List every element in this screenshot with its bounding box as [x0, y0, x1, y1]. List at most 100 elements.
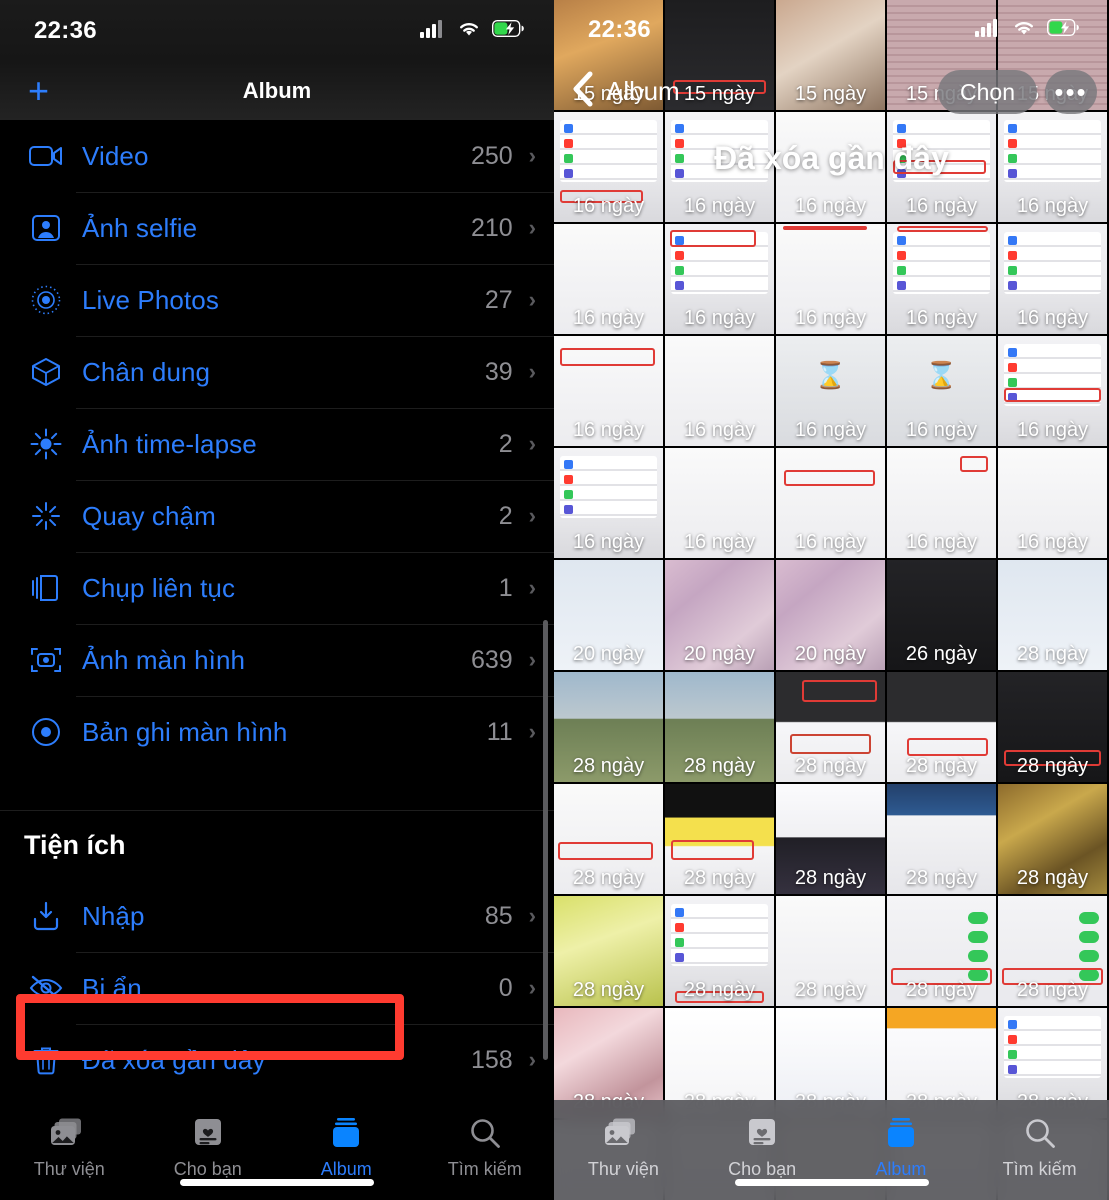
album-row-screen-recordings[interactable]: Bản ghi màn hình 11 › — [0, 696, 554, 768]
photo-cell[interactable]: 28 ngày — [998, 784, 1109, 896]
photo-cell[interactable]: 28 ngày — [776, 896, 887, 1008]
photo-cell[interactable]: 28 ngày — [776, 672, 887, 784]
burst-icon — [24, 568, 68, 608]
photo-cell[interactable]: 20 ngày — [665, 560, 776, 672]
utility-row-hidden[interactable]: Bị ẩn 0 › — [0, 952, 554, 1024]
utility-label: Bị ẩn — [82, 972, 142, 1003]
home-indicator — [734, 1179, 929, 1186]
photo-day-label: 16 ngày — [683, 531, 756, 553]
photo-day-label: 28 ngày — [683, 867, 756, 889]
photo-day-label: 28 ngày — [1016, 979, 1089, 1001]
album-row-timelapse[interactable]: Ảnh time-lapse 2 › — [0, 408, 554, 480]
photo-cell[interactable]: 16 ngày — [665, 336, 776, 448]
chevron-right-icon: › — [528, 503, 536, 528]
photo-cell[interactable]: 16 ngày — [998, 112, 1109, 224]
photo-cell[interactable]: 28 ngày — [554, 784, 665, 896]
tab-label: Tìm kiếm — [1002, 1159, 1077, 1179]
utility-count: 158 — [470, 1045, 513, 1074]
utility-row-import[interactable]: Nhập 85 › — [0, 880, 554, 952]
photo-cell[interactable]: 28 ngày — [776, 784, 887, 896]
photo-cell[interactable]: 28 ngày — [998, 896, 1109, 1008]
photo-day-label: 28 ngày — [794, 979, 867, 1001]
tab-albums[interactable]: Album — [832, 1114, 971, 1180]
utility-row-recently-deleted[interactable]: Đã xóa gần đây 158 › — [0, 1024, 554, 1096]
album-row-screenshots[interactable]: Ảnh màn hình 639 › — [0, 624, 554, 696]
album-row-video[interactable]: Video 250 › — [0, 120, 554, 192]
tab-library[interactable]: Thư viện — [554, 1114, 693, 1180]
photo-cell[interactable]: 28 ngày — [665, 784, 776, 896]
page-title: Album — [242, 78, 312, 103]
photo-cell[interactable]: 16 ngày — [776, 448, 887, 560]
photo-cell[interactable]: 16 ngày — [998, 224, 1109, 336]
tab-library[interactable]: Thư viện — [0, 1114, 139, 1180]
photo-cell[interactable]: 28 ngày — [554, 896, 665, 1008]
chevron-right-icon: › — [528, 903, 536, 928]
album-row-portrait[interactable]: Chân dung 39 › — [0, 336, 554, 408]
photo-cell[interactable]: 28 ngày — [665, 672, 776, 784]
photo-day-label: 16 ngày — [683, 419, 756, 441]
photo-cell[interactable]: 28 ngày — [665, 896, 776, 1008]
photo-cell[interactable]: 15 ngày — [776, 0, 887, 112]
photo-cell[interactable]: 16 ngày — [887, 112, 998, 224]
photo-day-label: 15 ngày — [683, 83, 756, 105]
photo-cell[interactable]: 28 ngày — [887, 784, 998, 896]
photo-cell[interactable]: 26 ngày — [887, 560, 998, 672]
album-row-live-photos[interactable]: Live Photos 27 › — [0, 264, 554, 336]
photo-cell[interactable]: 16 ngày — [776, 224, 887, 336]
photo-cell[interactable]: 16 ngày — [554, 336, 665, 448]
navigation-actions: Chọn ••• — [938, 70, 1097, 114]
photo-cell[interactable]: 20 ngày — [776, 560, 887, 672]
tab-albums[interactable]: Album — [277, 1114, 416, 1180]
photo-cell[interactable]: 28 ngày — [887, 672, 998, 784]
tab-for-you[interactable]: Cho bạn — [693, 1114, 832, 1180]
photo-day-label: 16 ngày — [905, 307, 978, 329]
search-icon — [1024, 1114, 1056, 1152]
photo-cell[interactable]: 16 ngày — [554, 112, 665, 224]
photo-cell[interactable]: 28 ngày — [998, 560, 1109, 672]
photo-cell[interactable]: 16 ngày — [554, 448, 665, 560]
album-row-selfies[interactable]: Ảnh selfie 210 › — [0, 192, 554, 264]
chevron-right-icon: › — [528, 975, 536, 1000]
photo-day-label: 28 ngày — [794, 755, 867, 777]
photo-cell[interactable]: 16 ngày — [998, 448, 1109, 560]
tab-search[interactable]: Tìm kiếm — [970, 1114, 1109, 1180]
photo-cell[interactable]: 16 ngày — [554, 224, 665, 336]
status-bar-icons — [420, 19, 524, 43]
scrollbar[interactable] — [543, 620, 548, 1060]
photo-cell[interactable]: 16 ngày — [776, 112, 887, 224]
home-indicator — [180, 1179, 374, 1186]
timelapse-icon — [24, 424, 68, 464]
album-label: Bản ghi màn hình — [82, 716, 288, 747]
album-list[interactable]: Video 250 › Ảnh selfie 210 › Live Photos… — [0, 120, 554, 1100]
photo-cell[interactable]: 20 ngày — [554, 560, 665, 672]
photo-cell[interactable]: 16 ngày — [998, 336, 1109, 448]
photo-cell[interactable]: 16 ngày — [665, 448, 776, 560]
photo-day-label: 28 ngày — [572, 979, 645, 1001]
photo-cell[interactable]: 16 ngày — [887, 448, 998, 560]
utility-count: 85 — [484, 901, 513, 930]
more-options-icon[interactable]: ••• — [1045, 70, 1097, 114]
select-button[interactable]: Chọn — [938, 70, 1037, 114]
album-label: Quay chậm — [82, 500, 216, 531]
photo-cell[interactable]: 28 ngày — [887, 896, 998, 1008]
back-button[interactable]: Album — [570, 70, 680, 113]
album-row-burst[interactable]: Chụp liên tục 1 › — [0, 552, 554, 624]
album-label: Ảnh time-lapse — [82, 428, 257, 459]
album-count: 11 — [486, 717, 513, 746]
plus-icon[interactable]: + — [28, 73, 49, 109]
photo-cell[interactable]: 15 ngày — [665, 0, 776, 112]
tab-for-you[interactable]: Cho bạn — [139, 1114, 278, 1180]
album-row-slomo[interactable]: Quay chậm 2 › — [0, 480, 554, 552]
photo-grid[interactable]: 15 ngày 15 ngày 15 ngày 15 ngày 15 ngày … — [554, 0, 1109, 1200]
photo-cell[interactable]: 16 ngày — [665, 224, 776, 336]
photo-cell[interactable]: 16 ngày — [776, 336, 887, 448]
tab-search[interactable]: Tìm kiếm — [416, 1114, 555, 1180]
photo-cell[interactable]: 28 ngày — [998, 672, 1109, 784]
cellular-signal-icon — [420, 19, 446, 43]
photo-cell[interactable]: 16 ngày — [887, 224, 998, 336]
photo-cell[interactable]: 28 ngày — [554, 672, 665, 784]
photo-day-label: 20 ngày — [794, 643, 867, 665]
photo-cell[interactable]: 16 ngày — [665, 112, 776, 224]
photo-cell[interactable]: 16 ngày — [887, 336, 998, 448]
tab-label: Cho bạn — [728, 1159, 797, 1179]
